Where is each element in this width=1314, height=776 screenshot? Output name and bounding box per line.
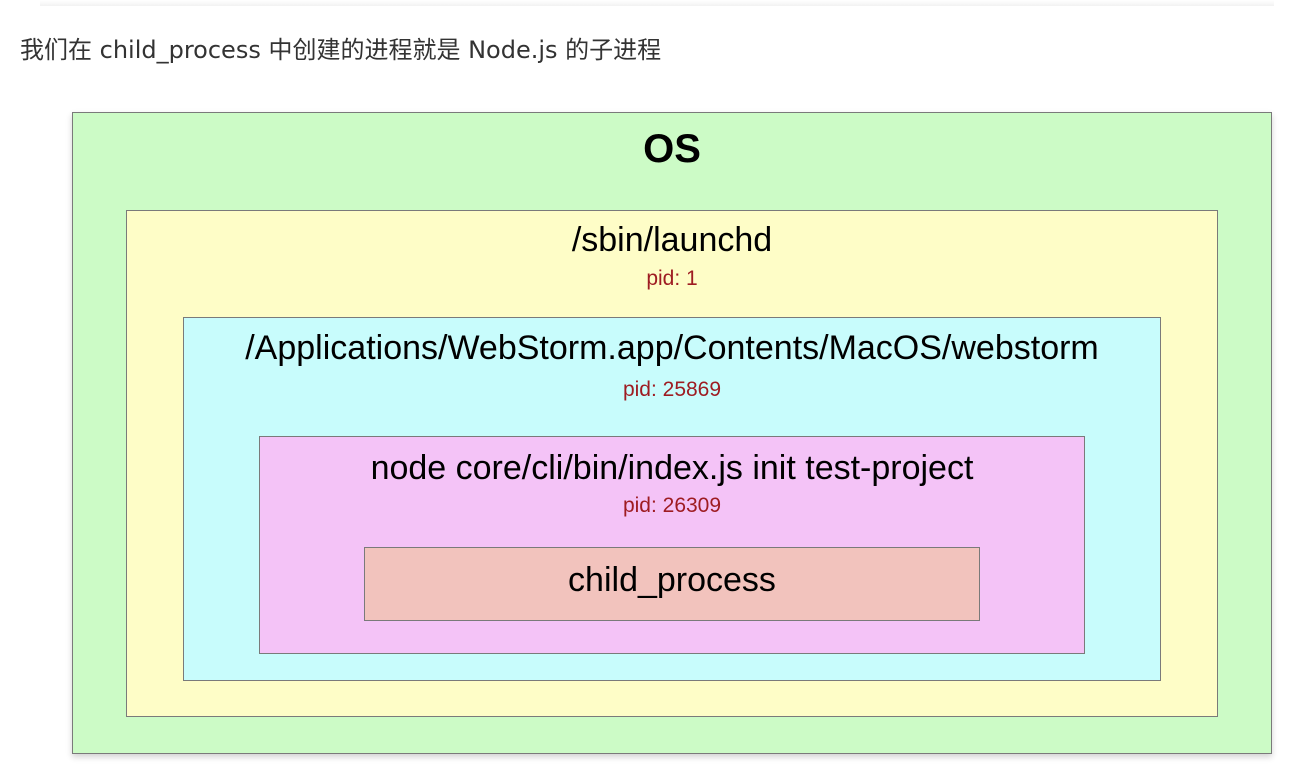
webstorm-pid: pid: 25869 [622, 378, 722, 401]
child-process-box: child_process [364, 547, 980, 621]
child-process-title: child_process [568, 561, 776, 599]
os-title: OS [643, 127, 701, 171]
node-pid: pid: 26309 [622, 494, 722, 517]
top-divider [40, 0, 1274, 6]
launchd-title: /sbin/launchd [571, 221, 773, 259]
caption-text: 我们在 child_process 中创建的进程就是 Node.js 的子进程 [20, 36, 662, 64]
webstorm-title: /Applications/WebStorm.app/Contents/MacO… [245, 329, 1099, 367]
launchd-pid: pid: 1 [646, 267, 698, 290]
node-process-box: node core/cli/bin/index.js init test-pro… [259, 436, 1085, 654]
node-title: node core/cli/bin/index.js init test-pro… [370, 449, 974, 487]
